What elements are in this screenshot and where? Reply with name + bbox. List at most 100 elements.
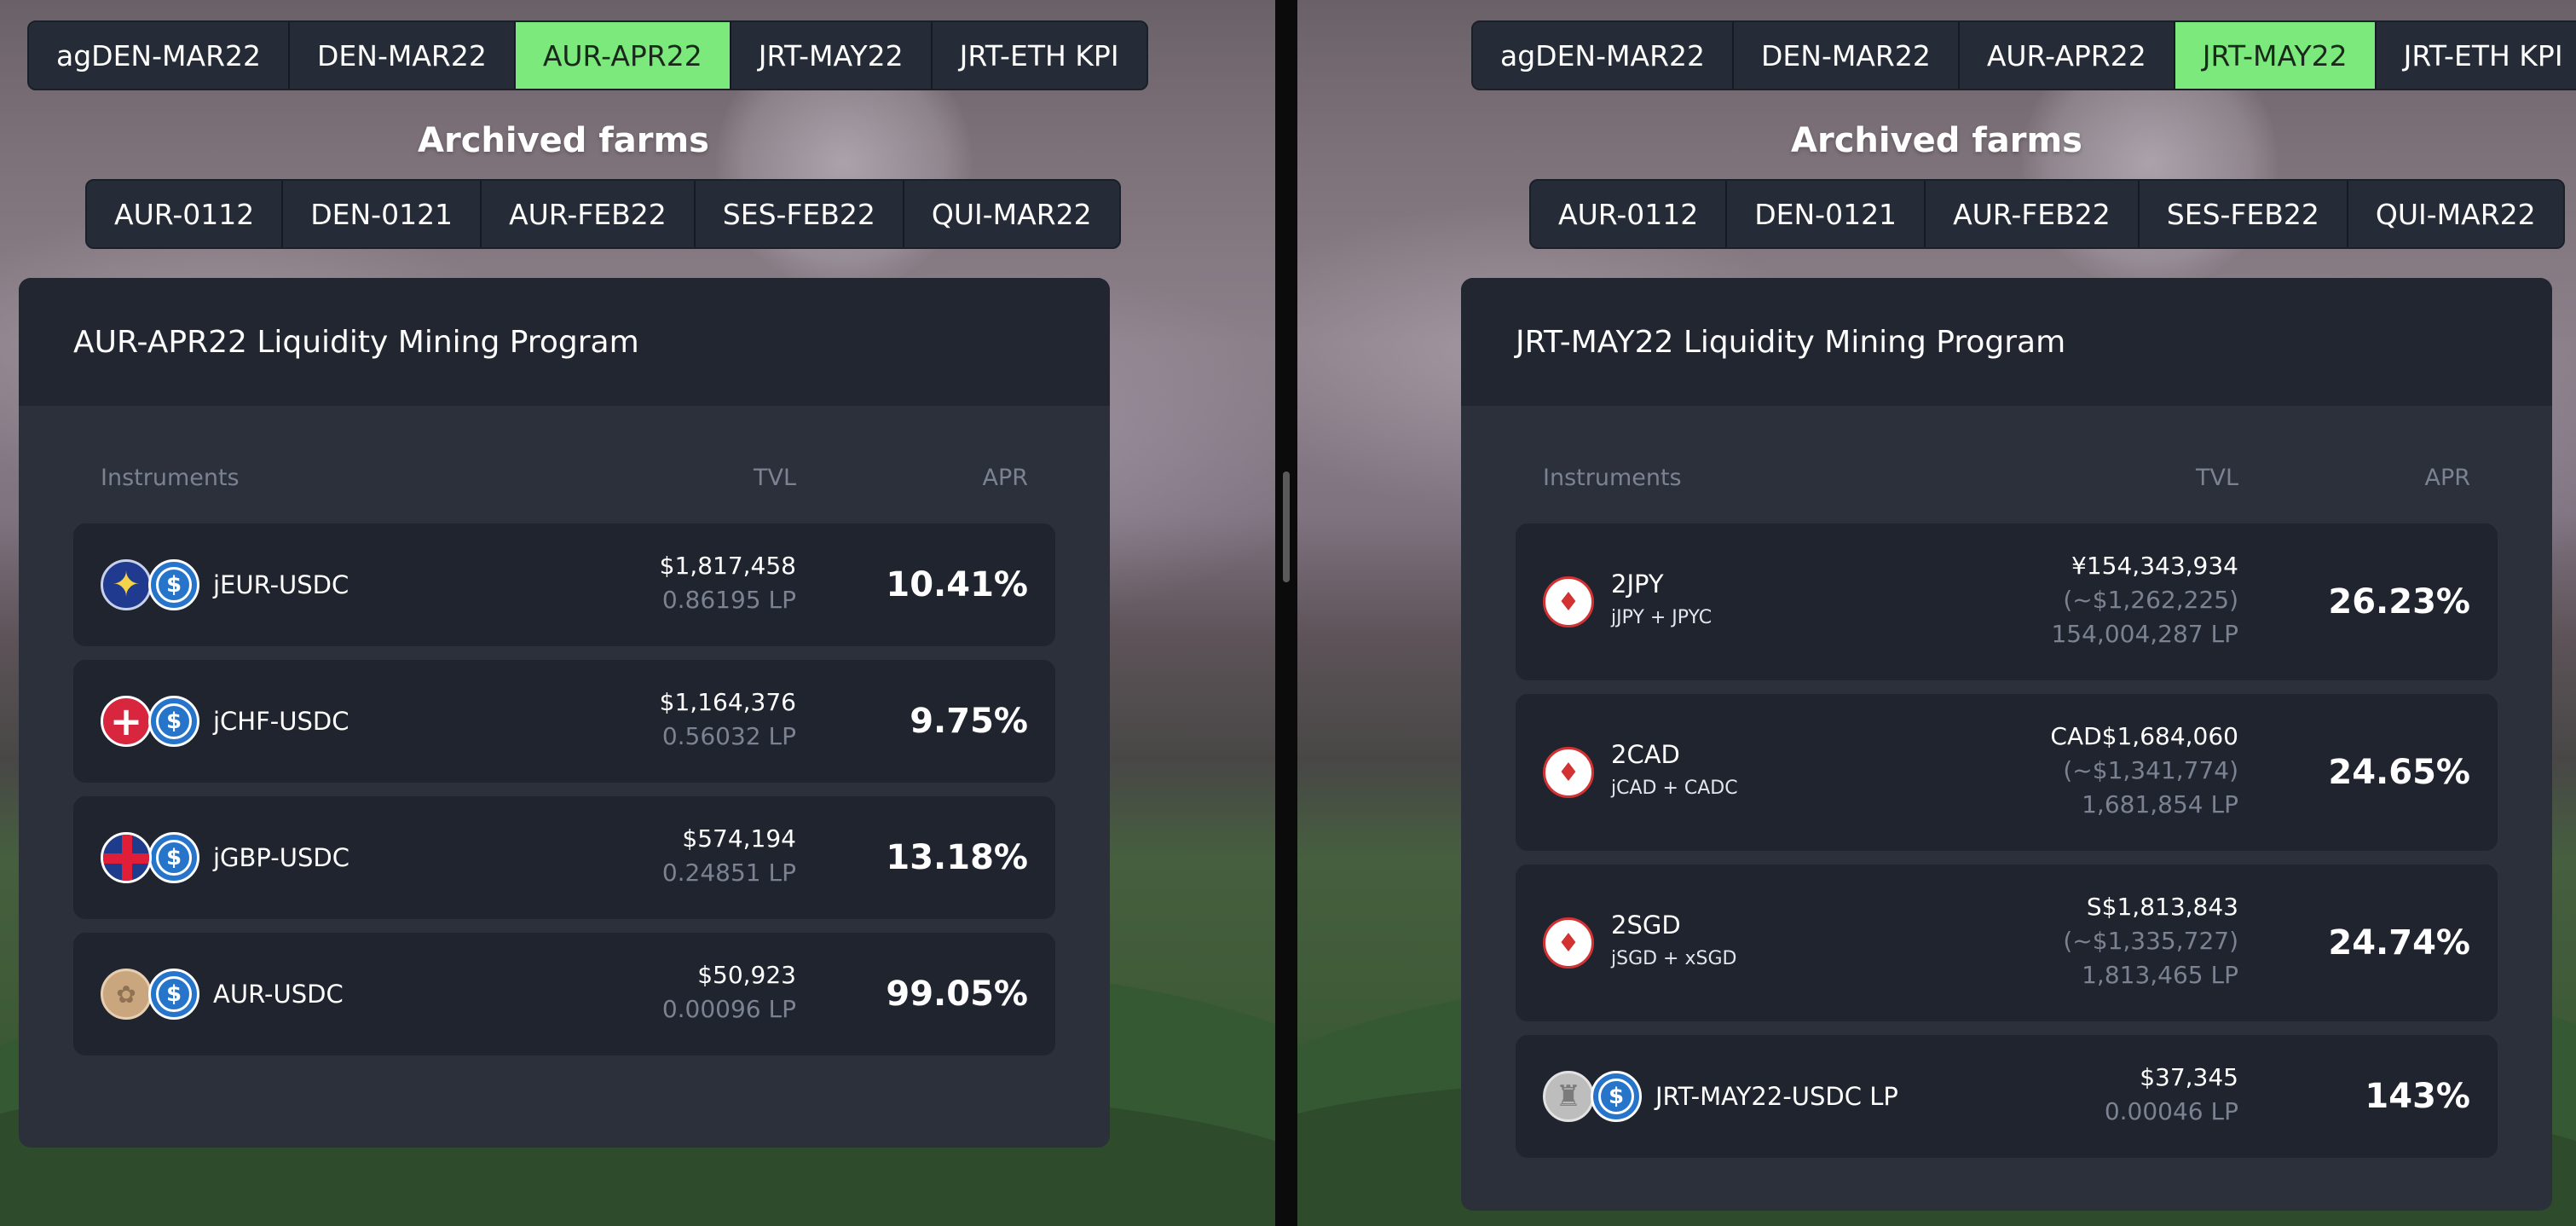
instrument-name: JRT-MAY22-USDC LP: [1655, 1082, 1898, 1111]
aur-icon: ✿: [101, 969, 152, 1020]
jrt-icon: ♜: [1543, 1071, 1594, 1122]
table-row[interactable]: ✿ $ AUR-USDC $50,923 0.00096 LP 99.05%: [73, 933, 1055, 1055]
tab-qui-mar22[interactable]: QUI-MAR22: [904, 181, 1119, 247]
tvl-value: $1,817,458 0.86195 LP: [660, 549, 796, 617]
column-header-instruments: Instruments: [1543, 465, 1682, 491]
usdc-icon: $: [1591, 1071, 1642, 1122]
tvl-usd: $50,923: [697, 961, 796, 989]
tab-jrt-may22[interactable]: JRT-MAY22: [731, 22, 933, 89]
tvl-value: CAD$1,684,060 (~$1,341,774) 1,681,854 LP: [2050, 720, 2238, 822]
tvl-usd: $574,194: [682, 824, 796, 853]
tvl-value: $1,164,376 0.56032 LP: [660, 685, 796, 754]
table-row[interactable]: ♦ 2CAD jCAD + CADC CAD$1,684,060 (~$1,34…: [1516, 694, 2498, 851]
tab-aur-0112[interactable]: AUR-0112: [1531, 181, 1728, 247]
table-row[interactable]: ♦ 2JPY jJPY + JPYC ¥154,343,934 (~$1,262…: [1516, 523, 2498, 680]
column-header-tvl: TVL: [2195, 465, 2238, 491]
jpy-hero-icon: ♦: [1543, 576, 1594, 627]
archived-farms-title: Archived farms: [418, 121, 709, 160]
cad-hero-icon: ♦: [1543, 747, 1594, 798]
pair-icons: ✿ $: [101, 969, 199, 1020]
tvl-lp: 0.86195 LP: [661, 586, 796, 614]
tab-qui-mar22[interactable]: QUI-MAR22: [2348, 181, 2563, 247]
instrument-name: 2SGD: [1611, 911, 1681, 940]
tvl-usd-equivalent: (~$1,262,225): [2063, 586, 2238, 614]
right-pane: agDEN-MAR22 DEN-MAR22 AUR-APR22 JRT-MAY2…: [1297, 0, 2576, 1226]
tab-jrt-may22[interactable]: JRT-MAY22: [2175, 22, 2377, 89]
tab-aur-feb22[interactable]: AUR-FEB22: [482, 181, 696, 247]
tab-ses-feb22[interactable]: SES-FEB22: [2139, 181, 2348, 247]
tvl-lp: 0.00046 LP: [2104, 1097, 2238, 1125]
table-row[interactable]: ♦ 2SGD jSGD + xSGD S$1,813,843 (~$1,335,…: [1516, 865, 2498, 1021]
archived-farms-title: Archived farms: [1791, 121, 2082, 160]
tvl-usd: $1,817,458: [659, 552, 796, 580]
archived-farm-tabs: AUR-0112 DEN-0121 AUR-FEB22 SES-FEB22 QU…: [85, 179, 1121, 249]
table-row[interactable]: $ jGBP-USDC $574,194 0.24851 LP 13.18%: [73, 796, 1055, 919]
table-row[interactable]: ✦ $ jEUR-USDC $1,817,458 0.86195 LP 10.4…: [73, 523, 1055, 646]
tab-jrt-eth-kpi[interactable]: JRT-ETH KPI: [2376, 22, 2576, 89]
instrument-pair: jJPY + JPYC: [1611, 607, 1713, 628]
pair-icons: + $: [101, 696, 199, 747]
usdc-icon: $: [148, 969, 199, 1020]
instrument-name: jCHF-USDC: [213, 707, 349, 736]
tvl-usd: $37,345: [2140, 1063, 2238, 1091]
archived-farm-tabs: AUR-0112 DEN-0121 AUR-FEB22 SES-FEB22 QU…: [1529, 179, 2565, 249]
column-header-tvl: TVL: [753, 465, 796, 491]
instrument-name: AUR-USDC: [213, 980, 344, 1009]
tab-agden-mar22[interactable]: agDEN-MAR22: [1473, 22, 1734, 89]
tvl-usd: $1,164,376: [659, 688, 796, 716]
usdc-icon: $: [148, 832, 199, 883]
usdc-icon: $: [148, 559, 199, 610]
tvl-lp: 0.56032 LP: [661, 722, 796, 750]
tvl-value: ¥154,343,934 (~$1,262,225) 154,004,287 L…: [2051, 549, 2238, 651]
instrument-pair: jSGD + xSGD: [1611, 948, 1737, 969]
tab-aur-apr22[interactable]: AUR-APR22: [1959, 22, 2175, 89]
split-view-divider[interactable]: [1275, 0, 1297, 1226]
left-pane: agDEN-MAR22 DEN-MAR22 AUR-APR22 JRT-MAY2…: [0, 0, 1275, 1226]
tvl-value: $37,345 0.00046 LP: [2105, 1061, 2238, 1129]
card-title: AUR-APR22 Liquidity Mining Program: [19, 278, 1110, 406]
farm-tabs: agDEN-MAR22 DEN-MAR22 AUR-APR22 JRT-MAY2…: [1471, 20, 2576, 90]
instrument-name: 2CAD: [1611, 740, 1680, 769]
tvl-local: S$1,813,843: [2086, 893, 2238, 921]
instrument-name: 2JPY: [1611, 570, 1664, 599]
table-row[interactable]: ♜ $ JRT-MAY22-USDC LP $37,345 0.00046 LP…: [1516, 1035, 2498, 1158]
tvl-local: ¥154,343,934: [2071, 552, 2238, 580]
tab-den-mar22[interactable]: DEN-MAR22: [290, 22, 516, 89]
tvl-local: CAD$1,684,060: [2050, 722, 2238, 750]
tab-ses-feb22[interactable]: SES-FEB22: [695, 181, 904, 247]
apr-value: 9.75%: [910, 702, 1028, 741]
tvl-value: $50,923 0.00096 LP: [662, 958, 796, 1026]
instrument-name: jGBP-USDC: [213, 843, 349, 872]
tab-jrt-eth-kpi[interactable]: JRT-ETH KPI: [932, 22, 1146, 89]
tab-den-mar22[interactable]: DEN-MAR22: [1734, 22, 1960, 89]
eur-icon: ✦: [101, 559, 152, 610]
gbp-icon: [101, 832, 152, 883]
tvl-lp: 1,681,854 LP: [2082, 790, 2238, 818]
pair-icons: $: [101, 832, 199, 883]
tab-den-0121[interactable]: DEN-0121: [1727, 181, 1926, 247]
tvl-value: S$1,813,843 (~$1,335,727) 1,813,465 LP: [2063, 890, 2238, 992]
column-header-instruments: Instruments: [101, 465, 240, 491]
pair-icons: ♦: [1543, 747, 1594, 798]
tab-aur-feb22[interactable]: AUR-FEB22: [1926, 181, 2140, 247]
sgd-hero-icon: ♦: [1543, 917, 1594, 969]
farm-tabs: agDEN-MAR22 DEN-MAR22 AUR-APR22 JRT-MAY2…: [27, 20, 1148, 90]
instrument-pair: jCAD + CADC: [1611, 778, 1738, 799]
tvl-lp: 154,004,287 LP: [2051, 620, 2238, 648]
table-row[interactable]: + $ jCHF-USDC $1,164,376 0.56032 LP 9.75…: [73, 660, 1055, 783]
tab-aur-0112[interactable]: AUR-0112: [87, 181, 284, 247]
tab-den-0121[interactable]: DEN-0121: [283, 181, 482, 247]
tvl-usd-equivalent: (~$1,341,774): [2063, 756, 2238, 784]
pair-icons: ♜ $: [1543, 1071, 1642, 1122]
tab-aur-apr22[interactable]: AUR-APR22: [515, 22, 731, 89]
column-header-apr: APR: [2424, 465, 2470, 491]
pair-icons: ✦ $: [101, 559, 199, 610]
apr-value: 26.23%: [2328, 582, 2470, 622]
tab-agden-mar22[interactable]: agDEN-MAR22: [29, 22, 290, 89]
divider-drag-handle[interactable]: [1283, 471, 1290, 582]
usdc-icon: $: [148, 696, 199, 747]
card-title: JRT-MAY22 Liquidity Mining Program: [1461, 278, 2552, 406]
apr-value: 24.65%: [2328, 753, 2470, 792]
tvl-lp: 0.24851 LP: [661, 859, 796, 887]
tvl-value: $574,194 0.24851 LP: [662, 822, 796, 890]
